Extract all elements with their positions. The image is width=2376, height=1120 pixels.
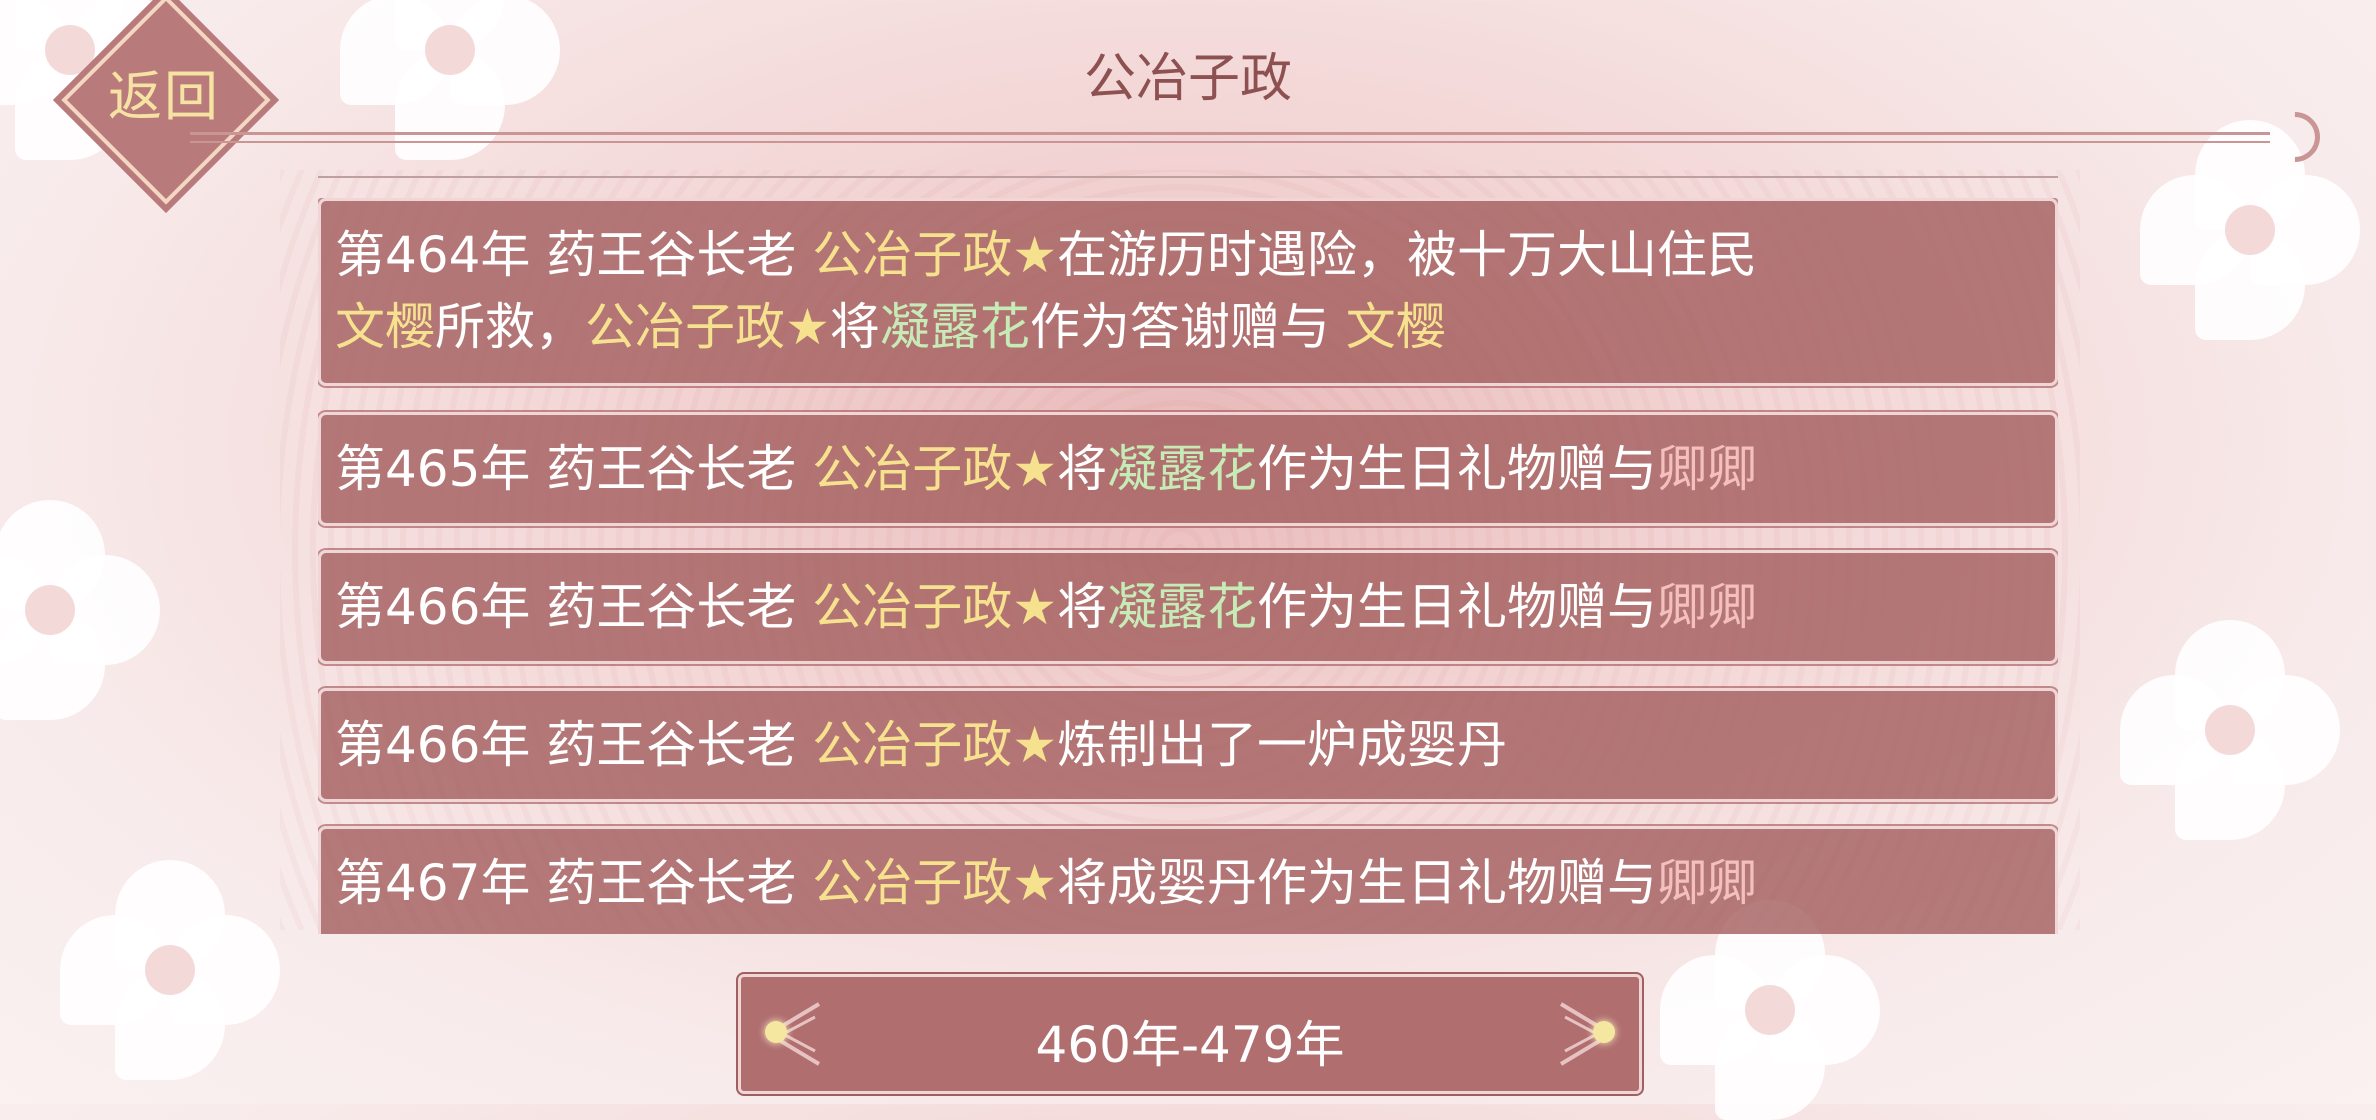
page-title: 公冶子政 xyxy=(1083,49,1292,109)
event-text: 作为生日礼物赠与 xyxy=(1257,578,1658,636)
event-text: 作为生日礼物赠与 xyxy=(1257,440,1658,498)
year-range-label: 460年-479年 xyxy=(1035,1016,1345,1074)
character-name: 公冶子政★ xyxy=(812,716,1058,774)
character-name: 卿卿 xyxy=(1657,854,1758,912)
character-name: 公冶子政★ xyxy=(812,578,1058,636)
event-title: 药王谷长老 xyxy=(530,226,813,284)
character-name: 公冶子政★ xyxy=(812,854,1058,912)
character-name: 公冶子政★ xyxy=(812,440,1058,498)
event-text: 所救， xyxy=(435,298,585,356)
event-title: 药王谷长老 xyxy=(530,716,813,774)
character-name: 公冶子政★ xyxy=(812,226,1058,284)
event-entry[interactable]: 第464年 药王谷长老 公冶子政★在游历时遇险，被十万大山住民 文樱所救，公冶子… xyxy=(318,198,2058,386)
event-year: 第467年 xyxy=(335,854,531,912)
event-year: 第466年 xyxy=(335,716,531,774)
list-top-divider xyxy=(318,176,2058,178)
event-text: 将 xyxy=(1057,440,1108,498)
character-name: 公冶子政★ xyxy=(585,298,830,356)
event-title: 药王谷长老 xyxy=(530,440,813,498)
blossom-decoration xyxy=(0,500,160,720)
character-name: 卿卿 xyxy=(1657,440,1758,498)
blossom-decoration xyxy=(60,860,280,1080)
event-entry[interactable]: 第466年 药王谷长老 公冶子政★将凝露花作为生日礼物赠与卿卿 xyxy=(318,550,2058,664)
blossom-decoration xyxy=(2120,620,2340,840)
event-entry[interactable]: 第466年 药王谷长老 公冶子政★炼制出了一炉成婴丹 xyxy=(318,688,2058,802)
item-name: 凝露花 xyxy=(1107,578,1258,636)
character-name: 文樱 xyxy=(1345,298,1446,356)
event-text: 将 xyxy=(829,298,880,356)
year-range-selector[interactable]: 460年-479年 xyxy=(738,974,1642,1094)
item-name: 凝露花 xyxy=(1107,440,1258,498)
blossom-decoration xyxy=(2140,120,2360,340)
title-divider xyxy=(190,132,2270,143)
event-text: 作为答谢赠与 xyxy=(1029,298,1346,356)
next-range-arrow-icon[interactable] xyxy=(1551,999,1621,1069)
event-text: 在游历时遇险，被十万大山住民 xyxy=(1057,226,1758,284)
event-list[interactable]: 第464年 药王谷长老 公冶子政★在游历时遇险，被十万大山住民 文樱所救，公冶子… xyxy=(318,198,2058,934)
event-text: 将成婴丹作为生日礼物赠与 xyxy=(1057,854,1658,912)
item-name: 凝露花 xyxy=(879,298,1030,356)
event-title: 药王谷长老 xyxy=(530,854,813,912)
event-entry[interactable]: 第465年 药王谷长老 公冶子政★将凝露花作为生日礼物赠与卿卿 xyxy=(318,412,2058,526)
event-entry[interactable]: 第467年 药王谷长老 公冶子政★将成婴丹作为生日礼物赠与卿卿 xyxy=(318,826,2058,934)
event-text: 将 xyxy=(1057,578,1108,636)
character-name: 卿卿 xyxy=(1657,578,1758,636)
event-year: 第465年 xyxy=(335,440,531,498)
event-text: 炼制出了一炉成婴丹 xyxy=(1057,716,1508,774)
event-title: 药王谷长老 xyxy=(530,578,813,636)
character-name: 文樱 xyxy=(335,298,435,356)
event-year: 第464年 xyxy=(335,226,531,284)
event-year: 第466年 xyxy=(335,578,531,636)
